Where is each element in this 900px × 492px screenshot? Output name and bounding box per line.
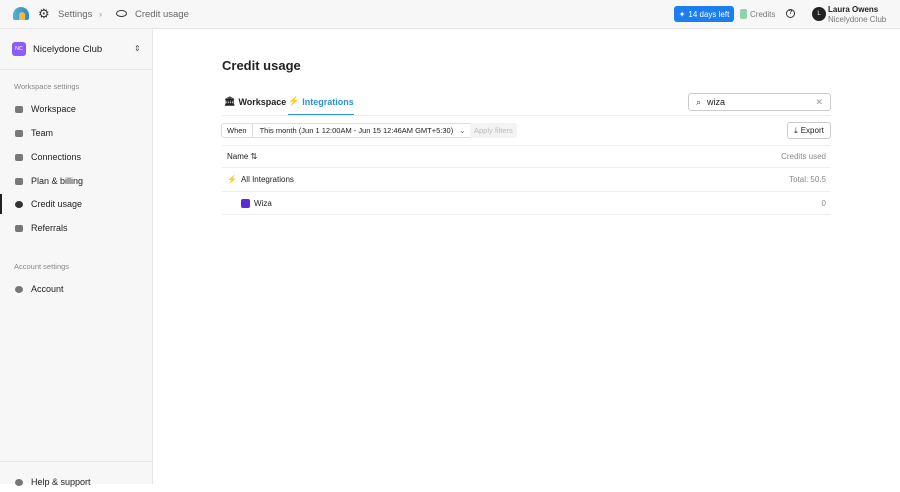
row-value: Total: 50.5	[789, 175, 826, 184]
user-name: Laura Owens	[828, 5, 879, 14]
coin-icon	[116, 10, 127, 17]
search-input[interactable]: ⌕ wiza ✕	[688, 93, 831, 111]
export-label: Export	[800, 126, 824, 135]
user-org: Nicelydone Club	[828, 15, 887, 24]
row-value: 0	[821, 198, 826, 208]
coin-icon	[15, 200, 23, 208]
trial-button[interactable]: ✦ 14 days left	[674, 6, 734, 22]
sidebar-item-label: Workspace	[31, 104, 76, 114]
sidebar-item-workspace[interactable]: Workspace	[0, 99, 152, 119]
sidebar-item-label: Help & support	[31, 477, 91, 487]
filter-value: This month (Jun 1 12:00AM - Jun 15 12:46…	[259, 126, 454, 135]
table-row[interactable]: ⚡ All Integrations Total: 50.5	[222, 167, 831, 191]
trial-label: 14 days left	[688, 9, 730, 19]
plug-icon: ⚡	[288, 96, 300, 106]
sort-icon[interactable]: ⇅	[251, 152, 258, 161]
breadcrumb-credit-usage: Credit usage	[135, 9, 189, 20]
help-circle-icon	[15, 478, 23, 486]
account-settings-heading: Account settings	[14, 262, 70, 271]
sidebar-item-plan-billing[interactable]: Plan & billing	[0, 171, 152, 191]
sidebar-item-label: Team	[31, 128, 54, 138]
sidebar-item-team[interactable]: Team	[0, 123, 152, 143]
gift-icon	[15, 224, 23, 232]
breadcrumb-settings[interactable]: Settings	[58, 9, 92, 20]
sidebar-item-label: Referrals	[31, 223, 68, 233]
user-circle-icon	[15, 285, 23, 293]
gear-icon: ⚙	[38, 6, 50, 21]
download-icon: ⤓	[794, 125, 798, 135]
plug-icon	[15, 153, 23, 161]
column-name[interactable]: Name ⇅	[222, 152, 257, 161]
tab-label: Integrations	[302, 96, 354, 107]
clear-icon[interactable]: ✕	[815, 97, 823, 108]
avatar[interactable]: L	[812, 7, 826, 21]
sidebar-item-label: Credit usage	[31, 199, 83, 209]
sidebar-item-label: Plan & billing	[31, 176, 84, 186]
users-icon	[15, 129, 23, 137]
sidebar-item-credit-usage[interactable]: Credit usage	[0, 194, 152, 214]
building-icon: 🏛	[224, 96, 236, 106]
chevron-down-icon: ⌄	[459, 126, 466, 135]
search-value: wiza	[707, 97, 726, 107]
battery-icon	[740, 9, 747, 19]
export-button[interactable]: ⤓ Export	[787, 122, 831, 139]
column-label: Name	[227, 152, 249, 161]
building-icon	[15, 105, 23, 113]
chevron-right-icon: ›	[99, 9, 103, 20]
search-icon: ⌕	[696, 96, 702, 107]
table-row[interactable]: Wiza 0	[222, 191, 831, 215]
sidebar-item-account[interactable]: Account	[0, 279, 152, 299]
sidebar-item-label: Connections	[31, 152, 82, 162]
page-title: Credit usage	[222, 58, 301, 73]
sidebar-item-connections[interactable]: Connections	[0, 147, 152, 167]
workspace-settings-heading: Workspace settings	[14, 82, 80, 91]
plug-icon: ⚡	[227, 175, 237, 184]
org-switcher[interactable]: NC Nicelydone Club	[12, 42, 102, 56]
wiza-icon	[241, 198, 250, 208]
chevron-updown-icon: ⇕	[134, 44, 141, 53]
table-header: Name ⇅ Credits used	[222, 145, 831, 167]
org-badge: NC	[12, 42, 26, 56]
help-icon[interactable]: ?	[786, 9, 795, 18]
credits-label: Credits	[750, 9, 776, 19]
sidebar-item-label: Account	[31, 284, 64, 294]
app-logo[interactable]	[13, 7, 29, 20]
date-filter[interactable]: When This month (Jun 1 12:00AM - Jun 15 1…	[221, 123, 472, 138]
column-credits: Credits used	[781, 152, 826, 161]
sidebar-item-referrals[interactable]: Referrals	[0, 218, 152, 238]
sidebar-item-help[interactable]: Help & support	[0, 472, 152, 492]
tab-workspace[interactable]: 🏛 Workspace	[224, 96, 286, 107]
tab-integrations[interactable]: ⚡ Integrations	[288, 96, 354, 116]
row-name: Wiza	[254, 198, 272, 208]
filter-label: When	[222, 124, 253, 137]
card-icon	[15, 177, 23, 185]
credits-button[interactable]: Credits	[740, 9, 775, 19]
row-name: All Integrations	[240, 175, 294, 184]
sparkle-icon: ✦	[678, 9, 686, 19]
apply-filters-button[interactable]: Apply filters	[470, 123, 517, 138]
top-bar: ⚙ Settings › Credit usage ✦ 14 days left …	[0, 0, 900, 29]
org-name: Nicelydone Club	[33, 43, 103, 55]
sidebar: NC Nicelydone Club ⇕ Workspace settings W…	[0, 29, 153, 487]
tab-label: Workspace	[238, 96, 287, 107]
